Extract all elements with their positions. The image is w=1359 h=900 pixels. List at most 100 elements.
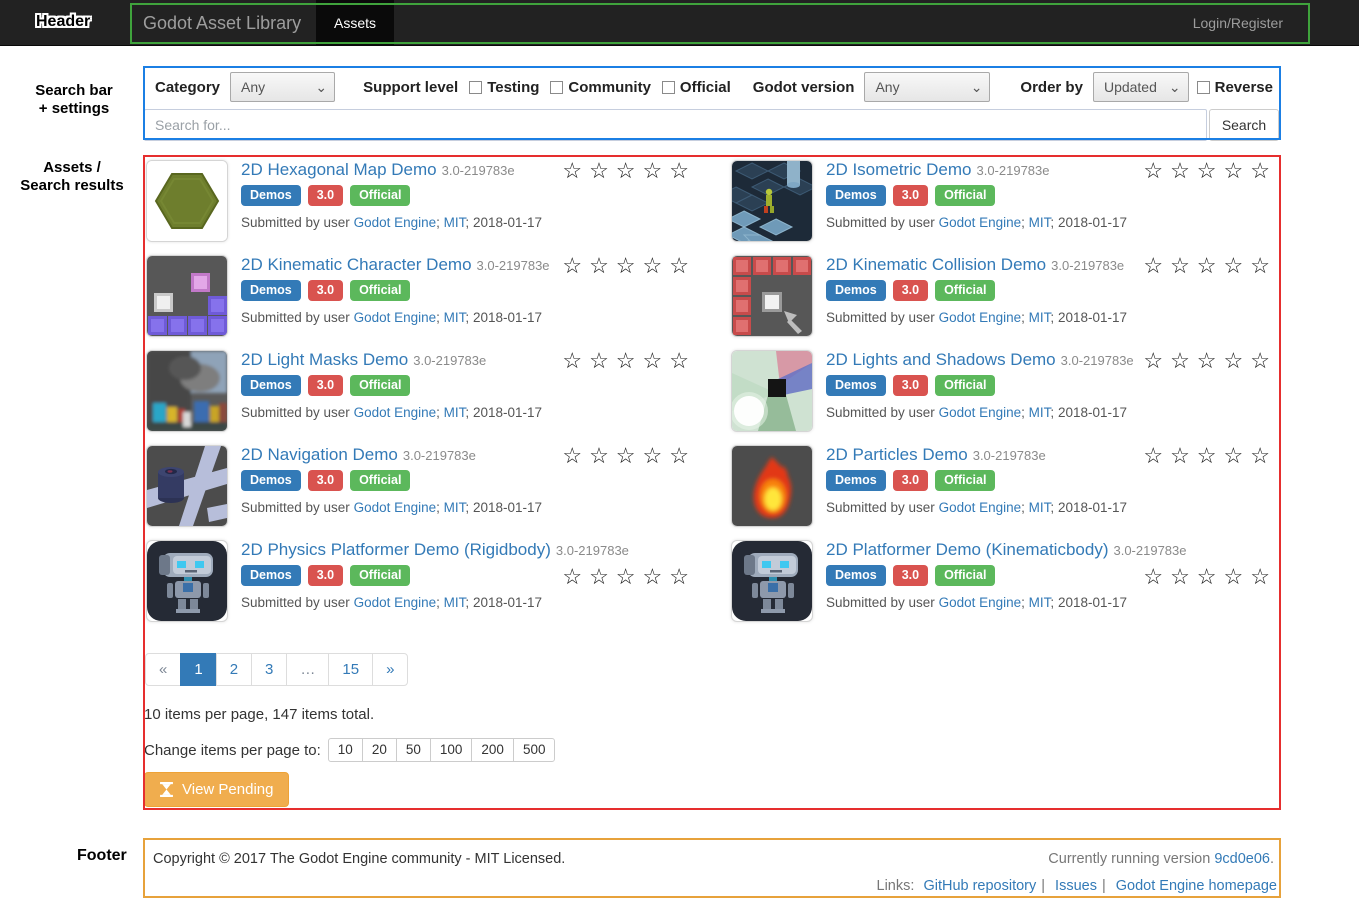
submitted-by-text: Submitted by user — [241, 500, 350, 515]
category-select[interactable]: Any ⌄ — [230, 72, 335, 102]
asset-thumbnail[interactable] — [731, 160, 813, 242]
godot-version-select[interactable]: Any ⌄ — [864, 72, 990, 102]
submitted-by-text: Submitted by user — [826, 500, 935, 515]
category-label: Category — [155, 79, 220, 96]
submitted-by-text: Submitted by user — [241, 595, 350, 610]
support-option-community[interactable]: Community — [550, 79, 651, 96]
order-by-select[interactable]: Updated ⌄ — [1093, 72, 1189, 102]
separator: ; — [1021, 595, 1025, 610]
separator: ; — [465, 405, 469, 420]
asset-user-link[interactable]: Godot Engine — [939, 500, 1022, 515]
badge-category: Demos — [241, 470, 301, 491]
asset-thumbnail[interactable] — [146, 255, 228, 337]
asset-thumbnail[interactable] — [146, 540, 228, 622]
pagination-page[interactable]: 2 — [216, 653, 252, 686]
asset-title-link[interactable]: 2D Platformer Demo (Kinematicbody) — [826, 540, 1108, 559]
search-input[interactable] — [144, 109, 1207, 141]
pagination-page[interactable]: 1 — [180, 653, 216, 686]
checkbox[interactable] — [662, 81, 675, 94]
submitted-by-text: Submitted by user — [826, 310, 935, 325]
asset-title-link[interactable]: 2D Kinematic Character Demo — [241, 255, 472, 274]
badge-support: Official — [350, 280, 410, 301]
asset-license-link[interactable]: MIT — [1029, 310, 1051, 325]
asset-user-link[interactable]: Godot Engine — [939, 310, 1022, 325]
asset-title-link[interactable]: 2D Kinematic Collision Demo — [826, 255, 1046, 274]
login-register-link[interactable]: Login/Register — [1193, 0, 1283, 46]
chevron-down-icon: ⌄ — [971, 82, 983, 92]
footer-link[interactable]: Issues — [1055, 878, 1097, 894]
pagination-page[interactable]: 15 — [328, 653, 373, 686]
asset-thumbnail[interactable] — [146, 350, 228, 432]
star-empty-icon: ☆ — [1197, 253, 1224, 278]
reverse-checkbox[interactable] — [1197, 81, 1210, 94]
asset-license-link[interactable]: MIT — [1029, 500, 1051, 515]
asset-user-link[interactable]: Godot Engine — [354, 215, 437, 230]
separator: ; — [436, 500, 440, 515]
asset-user-link[interactable]: Godot Engine — [354, 405, 437, 420]
asset-user-link[interactable]: Godot Engine — [354, 595, 437, 610]
asset-title-link[interactable]: 2D Physics Platformer Demo (Rigidbody) — [241, 540, 551, 559]
asset-date: 2018-01-17 — [473, 215, 542, 230]
asset-thumbnail[interactable] — [731, 540, 813, 622]
checkbox[interactable] — [550, 81, 563, 94]
footer-link[interactable]: Godot Engine homepage — [1116, 878, 1277, 894]
badge-support: Official — [935, 375, 995, 396]
asset-user-link[interactable]: Godot Engine — [354, 310, 437, 325]
footer-link[interactable]: GitHub repository — [923, 878, 1036, 894]
view-pending-button[interactable]: View Pending — [144, 772, 289, 807]
asset-license-link[interactable]: MIT — [1029, 215, 1051, 230]
page-size-option[interactable]: 200 — [471, 738, 514, 762]
separator: | — [1041, 878, 1045, 894]
view-pending-label: View Pending — [182, 781, 273, 798]
separator: ; — [436, 405, 440, 420]
asset-user-link[interactable]: Godot Engine — [939, 595, 1022, 610]
asset-title-link[interactable]: 2D Particles Demo — [826, 445, 968, 464]
pagination-page[interactable]: 3 — [251, 653, 287, 686]
asset-license-link[interactable]: MIT — [1029, 595, 1051, 610]
page-size-option[interactable]: 50 — [396, 738, 431, 762]
asset-license-link[interactable]: MIT — [444, 215, 466, 230]
asset-title-link[interactable]: 2D Light Masks Demo — [241, 350, 408, 369]
asset-user-link[interactable]: Godot Engine — [939, 215, 1022, 230]
star-empty-icon: ☆ — [562, 443, 589, 468]
asset-title-link[interactable]: 2D Navigation Demo — [241, 445, 398, 464]
asset-license-link[interactable]: MIT — [444, 595, 466, 610]
asset-license-link[interactable]: MIT — [444, 310, 466, 325]
pagination-page[interactable]: » — [372, 653, 408, 686]
search-button[interactable]: Search — [1209, 109, 1279, 141]
page-size-option[interactable]: 10 — [328, 738, 363, 762]
star-empty-icon: ☆ — [1197, 443, 1224, 468]
asset-thumbnail[interactable] — [146, 445, 228, 527]
asset-license-link[interactable]: MIT — [1029, 405, 1051, 420]
asset-user-link[interactable]: Godot Engine — [354, 500, 437, 515]
star-empty-icon: ☆ — [589, 564, 616, 589]
running-version-link[interactable]: 9cd0e06 — [1214, 851, 1270, 867]
asset-title-link[interactable]: 2D Isometric Demo — [826, 160, 971, 179]
chevron-down-icon: ⌄ — [1169, 82, 1181, 92]
page-size-option[interactable]: 100 — [430, 738, 473, 762]
asset-date: 2018-01-17 — [1058, 215, 1127, 230]
page-size-option[interactable]: 20 — [362, 738, 397, 762]
star-empty-icon: ☆ — [1143, 158, 1170, 183]
asset-badges: Demos3.0Official — [241, 185, 696, 206]
support-option-official[interactable]: Official — [662, 79, 731, 96]
support-option-testing[interactable]: Testing — [469, 79, 539, 96]
badge-version: 3.0 — [893, 185, 928, 206]
asset-license-link[interactable]: MIT — [444, 500, 466, 515]
asset-thumbnail[interactable] — [731, 255, 813, 337]
asset-title-link[interactable]: 2D Hexagonal Map Demo — [241, 160, 437, 179]
page-size-row: Change items per page to: 10205010020050… — [144, 738, 1281, 762]
asset-thumbnail[interactable] — [146, 160, 228, 242]
reverse-checkbox-option[interactable]: Reverse — [1197, 79, 1273, 96]
asset-thumbnail[interactable] — [731, 445, 813, 527]
asset-title-link[interactable]: 2D Lights and Shadows Demo — [826, 350, 1056, 369]
page-size-label: Change items per page to: — [144, 742, 321, 759]
asset-license-link[interactable]: MIT — [444, 405, 466, 420]
tab-assets[interactable]: Assets — [316, 0, 394, 46]
brand-link[interactable]: Godot Asset Library — [143, 0, 301, 46]
asset-user-link[interactable]: Godot Engine — [939, 405, 1022, 420]
page-size-option[interactable]: 500 — [513, 738, 556, 762]
checkbox[interactable] — [469, 81, 482, 94]
separator: ; — [436, 310, 440, 325]
asset-thumbnail[interactable] — [731, 350, 813, 432]
